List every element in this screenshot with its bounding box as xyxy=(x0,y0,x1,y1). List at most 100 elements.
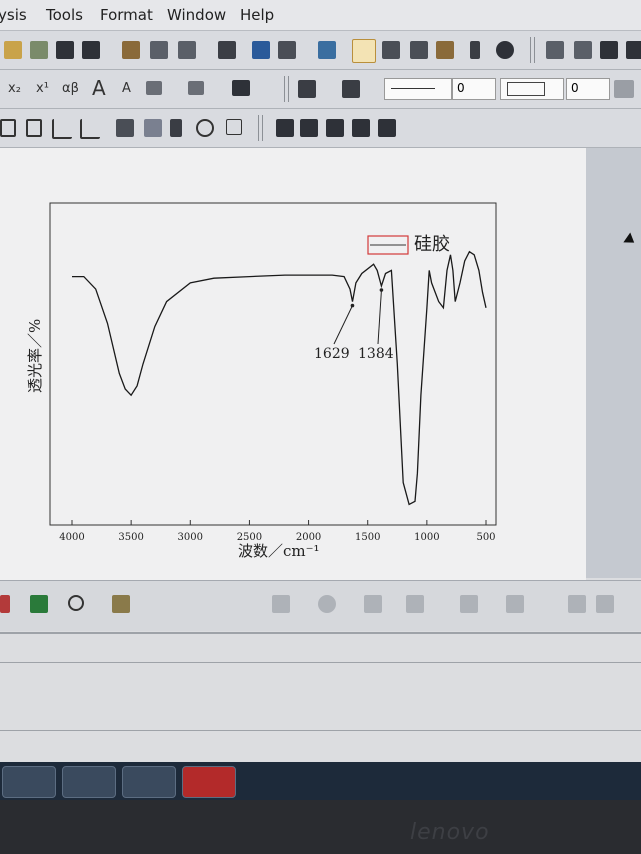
refresh-icon[interactable] xyxy=(496,41,514,59)
mask-icon[interactable] xyxy=(326,119,344,137)
x-tick-label: 500 xyxy=(476,532,495,543)
standard-toolbar xyxy=(0,31,641,70)
taskbar-item-browser[interactable] xyxy=(122,766,176,798)
menu-analysis[interactable]: ysis xyxy=(0,6,27,24)
paste-icon[interactable] xyxy=(600,41,618,59)
screen: ysis Tools Format Window Help x₂ x¹ αβ A… xyxy=(0,0,641,800)
superscript-button[interactable]: x¹ xyxy=(36,81,49,96)
region-icon[interactable] xyxy=(300,119,318,137)
font-grow-button[interactable]: A xyxy=(92,76,106,100)
messages-pane xyxy=(0,632,641,764)
brush-icon[interactable] xyxy=(276,119,294,137)
line-style-sample xyxy=(391,88,435,89)
project-explorer-icon[interactable] xyxy=(318,41,336,59)
font-color-icon[interactable] xyxy=(232,80,250,96)
target-icon[interactable] xyxy=(68,595,84,611)
layers-icon[interactable] xyxy=(278,41,296,59)
font-shrink-button[interactable]: A xyxy=(122,81,131,96)
plot-type-icon[interactable] xyxy=(272,595,290,613)
grid-table-icon[interactable] xyxy=(226,119,242,135)
annotation-arrow xyxy=(333,305,353,345)
annotation-label: 1384 xyxy=(358,346,394,362)
pattern-icon[interactable] xyxy=(614,80,634,98)
print-icon[interactable] xyxy=(218,41,236,59)
x-axis: 4000 3500 3000 2500 2000 1500 1000 500 xyxy=(59,520,496,543)
area-icon[interactable] xyxy=(364,595,382,613)
x-tick-label: 1000 xyxy=(414,532,439,543)
column-plot-icon[interactable] xyxy=(406,595,424,613)
copy-icon[interactable] xyxy=(574,41,592,59)
pane-divider xyxy=(0,662,641,663)
export-icon[interactable] xyxy=(596,595,614,613)
add-column-icon[interactable] xyxy=(470,41,480,59)
frame-icon[interactable] xyxy=(26,119,42,137)
taskbar-item-explorer[interactable] xyxy=(2,766,56,798)
bottom-toolbar xyxy=(0,580,641,631)
x-tick-label: 3500 xyxy=(118,532,143,543)
zoom-icon[interactable] xyxy=(352,39,376,63)
graph-page[interactable]: 4000 3500 3000 2500 2000 1500 1000 500 硅胶 1629 1… xyxy=(0,148,586,588)
axis-icon[interactable] xyxy=(52,119,72,139)
monitor-brand-logo: lenovo xyxy=(410,820,490,845)
line-color-icon[interactable] xyxy=(342,80,360,98)
taskbar xyxy=(0,762,641,800)
open-folder-icon[interactable] xyxy=(4,41,22,59)
pane-divider xyxy=(0,730,641,731)
layer-icon[interactable] xyxy=(0,119,16,137)
border-style-dropdown[interactable] xyxy=(500,78,564,100)
save-icon[interactable] xyxy=(56,41,74,59)
column-icon[interactable] xyxy=(170,119,182,137)
ftir-chart: 4000 3500 3000 2500 2000 1500 1000 500 硅胶 1629 1… xyxy=(26,202,497,560)
toolbar-separator xyxy=(258,115,263,141)
menu-help[interactable]: Help xyxy=(240,6,274,24)
annotation-arrowhead xyxy=(379,288,384,292)
open-template-icon[interactable] xyxy=(30,41,48,59)
save-template-icon[interactable] xyxy=(82,41,100,59)
menu-window[interactable]: Window xyxy=(167,6,226,24)
annotation-label: 1629 xyxy=(314,346,350,362)
greek-button[interactable]: αβ xyxy=(62,81,79,96)
x-tick-label: 1500 xyxy=(355,532,380,543)
import-wizard-icon[interactable] xyxy=(178,41,196,59)
line-width-dropdown[interactable]: 0 xyxy=(452,78,496,100)
edit-icon[interactable] xyxy=(252,41,270,59)
legend-label: 硅胶 xyxy=(414,234,450,255)
annotations: 1629 1384 xyxy=(314,288,394,362)
menu-format[interactable]: Format xyxy=(100,6,153,24)
pointer-icon[interactable] xyxy=(352,119,370,137)
results-log-icon[interactable] xyxy=(382,41,400,59)
cut-icon[interactable] xyxy=(546,41,564,59)
toolbar-separator xyxy=(530,37,535,63)
data-table-icon[interactable] xyxy=(144,119,162,137)
save-plot-icon[interactable] xyxy=(568,595,586,613)
map-icon[interactable] xyxy=(30,595,48,613)
fill-color-icon[interactable] xyxy=(298,80,316,98)
template-icon[interactable] xyxy=(460,595,478,613)
remove-points-icon[interactable] xyxy=(378,119,396,137)
border-width-dropdown[interactable]: 0 xyxy=(566,78,610,100)
paste-link-icon[interactable] xyxy=(626,41,641,59)
taskbar-item-origin[interactable] xyxy=(62,766,116,798)
contour-icon[interactable] xyxy=(506,595,524,613)
axis-grid-icon[interactable] xyxy=(80,119,100,139)
list-icon[interactable] xyxy=(116,119,134,137)
import-multiple-icon[interactable] xyxy=(150,41,168,59)
menu-tools[interactable]: Tools xyxy=(46,6,83,24)
gear-icon[interactable] xyxy=(436,41,454,59)
import-ascii-icon[interactable] xyxy=(122,41,140,59)
format-toolbar: x₂ x¹ αβ A A 0 0 xyxy=(0,70,641,109)
x-tick-label: 4000 xyxy=(59,532,84,543)
graph-workspace: 4000 3500 3000 2500 2000 1500 1000 500 硅胶 1629 1… xyxy=(0,148,641,588)
line-style-dropdown[interactable] xyxy=(384,78,452,100)
align-icon[interactable] xyxy=(146,81,162,95)
color-icon[interactable] xyxy=(0,595,10,613)
border-sample xyxy=(507,82,545,96)
taskbar-item-pdf[interactable] xyxy=(182,766,236,798)
annotation-arrow xyxy=(377,289,382,345)
pie-icon[interactable] xyxy=(318,595,336,613)
subscript-button[interactable]: x₂ xyxy=(8,81,21,96)
plugin-icon[interactable] xyxy=(112,595,130,613)
hatch-icon[interactable] xyxy=(188,81,204,95)
script-window-icon[interactable] xyxy=(410,41,428,59)
clock-icon[interactable] xyxy=(196,119,214,137)
